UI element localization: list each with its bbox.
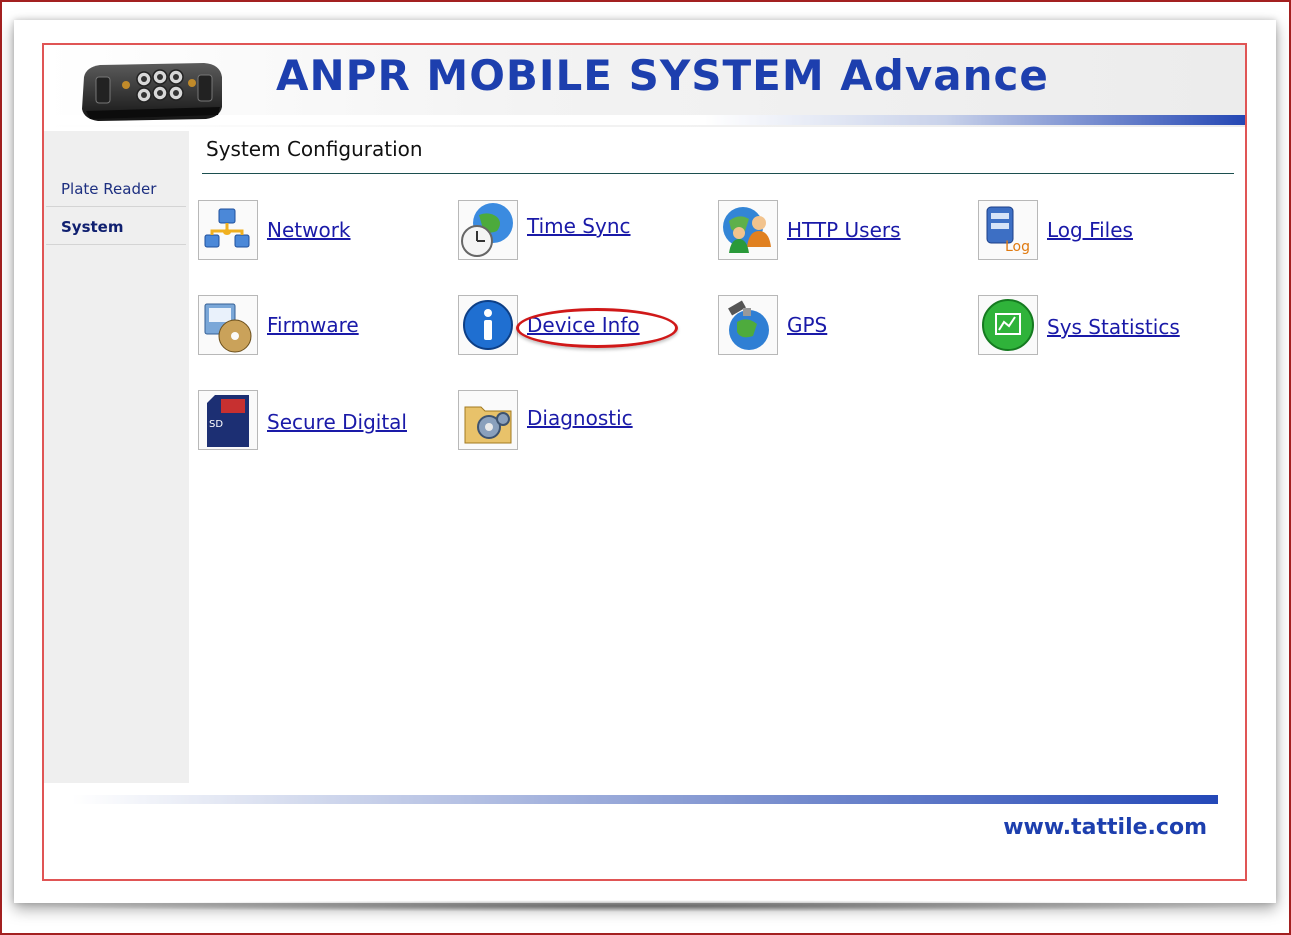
- header: ANPR MOBILE SYSTEM Advance: [44, 45, 1245, 127]
- sidebar-item-plate-reader[interactable]: Plate Reader: [46, 171, 186, 207]
- firmware-disc-icon[interactable]: [198, 295, 258, 355]
- sidebar-item-system[interactable]: System: [46, 209, 186, 245]
- device-info-link[interactable]: Device Info: [527, 313, 640, 337]
- footer-bar: [72, 795, 1218, 804]
- log-files-link[interactable]: Log Files: [1047, 218, 1133, 242]
- sd-card-icon[interactable]: SD: [198, 390, 258, 450]
- website-link[interactable]: www.tattile.com: [1003, 815, 1207, 840]
- network-icon[interactable]: [198, 200, 258, 260]
- firmware-link[interactable]: Firmware: [267, 313, 359, 337]
- diagnostic-gears-icon[interactable]: [458, 390, 518, 450]
- statistics-icon[interactable]: [978, 295, 1038, 355]
- sidebar: Plate Reader System: [44, 131, 189, 783]
- http-users-link[interactable]: HTTP Users: [787, 218, 901, 242]
- app-title: ANPR MOBILE SYSTEM Advance: [276, 51, 1049, 100]
- device-image: [82, 63, 222, 121]
- diagnostic-link[interactable]: Diagnostic: [527, 406, 633, 430]
- time-sync-link[interactable]: Time Sync: [527, 214, 631, 238]
- app-container: ANPR MOBILE SYSTEM Advance Plate Reader …: [42, 43, 1247, 881]
- page-title: System Configuration: [206, 137, 423, 161]
- satellite-globe-icon[interactable]: [718, 295, 778, 355]
- svg-text:SD: SD: [209, 419, 223, 430]
- svg-text:Log: Log: [1005, 239, 1030, 255]
- secure-digital-link[interactable]: Secure Digital: [267, 410, 407, 434]
- page-shadow: [20, 900, 1270, 912]
- sys-statistics-link[interactable]: Sys Statistics: [1047, 315, 1180, 339]
- network-link[interactable]: Network: [267, 218, 351, 242]
- gps-link[interactable]: GPS: [787, 313, 827, 337]
- info-icon[interactable]: [458, 295, 518, 355]
- title-divider: [202, 173, 1234, 174]
- log-files-icon[interactable]: Log: [978, 200, 1038, 260]
- globe-clock-icon[interactable]: [458, 200, 518, 260]
- users-globe-icon[interactable]: [718, 200, 778, 260]
